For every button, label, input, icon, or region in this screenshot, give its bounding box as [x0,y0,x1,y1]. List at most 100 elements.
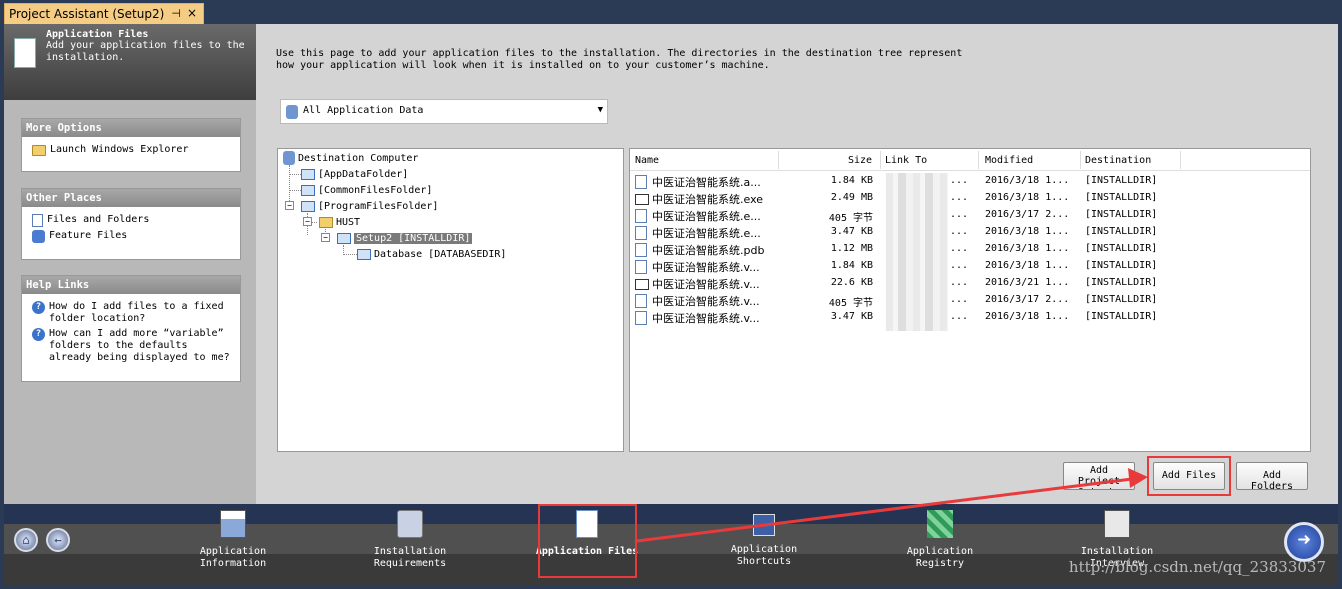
file-name: 中医证治智能系统.pdb [652,244,765,257]
file-destination: [INSTALLDIR] [1085,277,1158,288]
file-link: ... [950,277,969,288]
file-destination: [INSTALLDIR] [1085,175,1158,186]
files-and-folders-link[interactable]: Files and Folders [32,214,234,227]
file-name: 中医证治智能系统.v... [652,312,760,325]
file-list[interactable]: Name Size Link To Modified Destination 中… [629,148,1311,452]
file-row[interactable]: 中医证治智能系统.a... 1.84 KB... 2016/3/18 1... [IN… [630,173,1310,190]
file-modified: 2016/3/17 2... [985,209,1070,220]
file-size: 1.12 MB [830,243,873,254]
column-name[interactable]: Name [635,155,659,166]
tree-node-destination-computer[interactable]: Destination Computer [283,151,418,165]
file-row[interactable]: 中医证治智能系统.v... 3.47 KB... 2016/3/18 1... [IN… [630,309,1310,326]
home-icon[interactable]: ⌂ [14,528,38,552]
file-name: 中医证治智能系统.v... [652,261,760,274]
expand-toggle[interactable]: − [285,201,294,210]
other-places-panel: Other Places Files and Folders Feature F… [21,188,241,260]
file-row[interactable]: 中医证治智能系统.v... 1.84 KB... 2016/3/18 1... [IN… [630,258,1310,275]
add-files-button[interactable]: Add Files [1153,462,1225,490]
file-name: 中医证治智能系统.exe [652,193,764,206]
file-modified: 2016/3/17 2... [985,294,1070,305]
back-icon[interactable]: ← [46,528,70,552]
file-name: 中医证治智能系统.v... [652,295,760,308]
file-link: ... [950,243,969,254]
file-icon [635,311,647,325]
file-link: ... [950,192,969,203]
content-pane: Use this page to add your application fi… [256,24,1338,504]
tree-node-hust[interactable]: HUST [319,215,360,229]
file-destination: [INSTALLDIR] [1085,226,1158,237]
column-link-to[interactable]: Link To [885,155,927,166]
folder-icon [357,248,371,260]
file-modified: 2016/3/18 1... [985,175,1070,186]
computer-icon [286,105,298,119]
file-destination: [INSTALLDIR] [1085,192,1158,203]
step-application-files[interactable]: Application Files [532,506,642,558]
file-row[interactable]: 中医证治智能系统.v... 405 字节... 2016/3/17 2... [INS… [630,292,1310,309]
file-row[interactable]: 中医证治智能系统.e... 3.47 KB... 2016/3/18 1... [IN… [630,224,1310,241]
pin-icon[interactable]: ⊣ [171,7,181,20]
column-destination[interactable]: Destination [1085,155,1151,166]
step-application-information[interactable]: Application Information [178,506,288,570]
help-link-fixed-folder[interactable]: ? How do I add files to a fixed folder l… [32,301,234,325]
main-area: Application Files Add your application f… [4,24,1338,504]
file-icon [635,294,647,308]
file-size: 1.84 KB [830,260,873,271]
file-link: ... [950,226,969,237]
feature-files-link[interactable]: Feature Files [32,230,234,243]
help-link-variable-folders[interactable]: ? How can I add more “variable” folders … [32,328,234,364]
tree-node-setup2[interactable]: Setup2 [INSTALLDIR] [337,231,473,245]
data-filter-dropdown[interactable]: All Application Data ▼ [280,99,608,124]
tree-node-commonfiles[interactable]: [CommonFilesFolder] [301,183,432,197]
step-application-registry[interactable]: Application Registry [885,506,995,570]
sidebar: Application Files Add your application f… [4,24,256,504]
other-places-title: Other Places [22,189,240,207]
file-row[interactable]: 中医证治智能系统.e... 405 字节... 2016/3/17 2... [INS… [630,207,1310,224]
chevron-down-icon[interactable]: ▼ [598,105,603,115]
file-modified: 2016/3/18 1... [985,260,1070,271]
help-icon: ? [32,301,45,314]
expand-toggle[interactable]: − [321,233,330,242]
column-size[interactable]: Size [848,155,872,166]
add-project-outputs-button[interactable]: Add Project Outputs [1063,462,1135,490]
sidebar-description: Add your application files to the instal… [46,40,245,63]
file-list-header: Name Size Link To Modified Destination [630,149,1310,171]
file-icon [635,243,647,257]
next-icon[interactable]: ➜ [1284,522,1324,562]
page-icon [14,38,36,68]
shortcut-icon [753,514,775,536]
tree-node-programfiles[interactable]: [ProgramFilesFolder] [301,199,438,213]
checked-folder-icon [337,232,351,244]
file-row[interactable]: 中医证治智能系统.pdb 1.12 MB... 2016/3/18 1... [INS… [630,241,1310,258]
file-row[interactable]: 中医证治智能系统.exe 2.49 MB... 2016/3/18 1... [INS… [630,190,1310,207]
tree-node-appdata[interactable]: [AppDataFolder] [301,167,408,181]
folder-icon [319,216,333,228]
add-folders-button[interactable]: Add Folders [1236,462,1308,490]
document-tab-bar: Project Assistant (Setup2) ⊣ × [0,0,1342,24]
file-destination: [INSTALLDIR] [1085,260,1158,271]
help-icon: ? [32,328,45,341]
folder-icon [301,168,315,180]
step-installation-requirements[interactable]: Installation Requirements [355,506,465,570]
column-modified[interactable]: Modified [985,155,1033,166]
project-assistant-tab[interactable]: Project Assistant (Setup2) ⊣ × [4,3,204,24]
file-name: 中医证治智能系统.v... [652,278,760,291]
file-row[interactable]: 中医证治智能系统.v... 22.6 KB... 2016/3/21 1... [IN… [630,275,1310,292]
file-icon [635,226,647,240]
window-icon [635,279,649,290]
file-size: 2.49 MB [830,192,873,203]
dropdown-value: All Application Data [303,105,424,116]
expand-toggle[interactable]: − [303,217,312,226]
launch-windows-explorer-link[interactable]: Launch Windows Explorer [32,144,234,156]
file-size: 3.47 KB [830,226,873,237]
file-modified: 2016/3/18 1... [985,243,1070,254]
file-icon [635,260,647,274]
step-application-shortcuts[interactable]: Application Shortcuts [709,506,819,568]
file-destination: [INSTALLDIR] [1085,294,1158,305]
file-link: ... [950,294,969,305]
more-options-panel: More Options Launch Windows Explorer [21,118,241,172]
destination-tree[interactable]: − − − Destination Computer [AppDataFolde… [277,148,624,452]
interview-icon [1104,510,1130,538]
tree-node-database[interactable]: Database [DATABASEDIR] [357,247,506,261]
file-size: 405 字节 [828,213,873,224]
close-icon[interactable]: × [187,6,197,20]
